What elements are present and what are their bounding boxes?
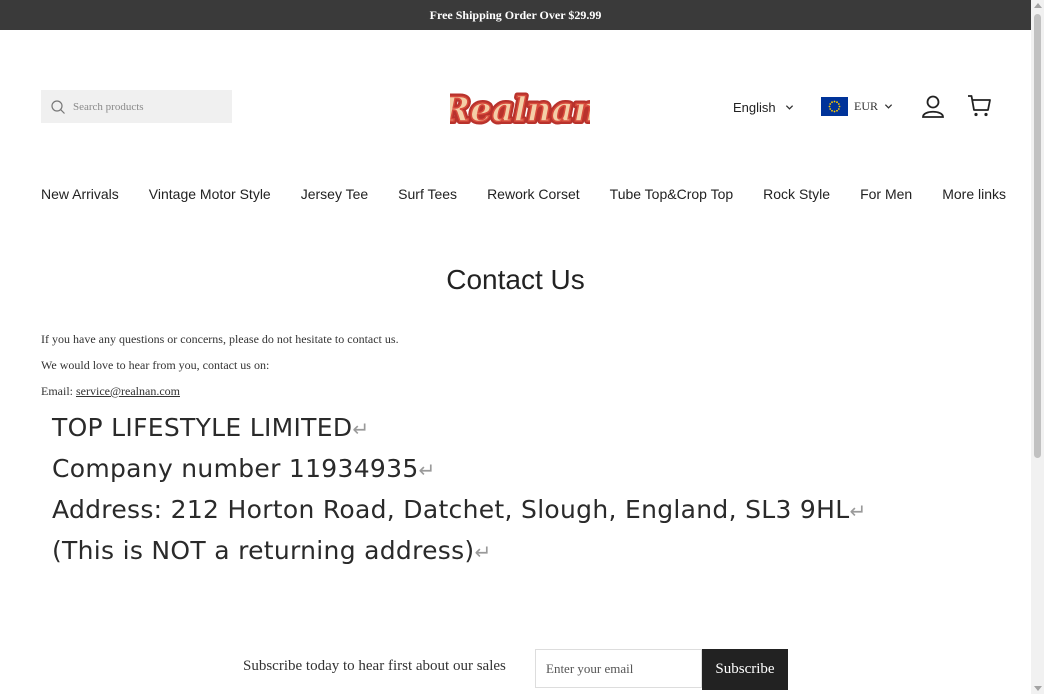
company-note-line: (This is NOT a returning address)↵ <box>52 536 492 565</box>
newsletter-text: Subscribe today to hear first about our … <box>243 658 506 674</box>
scroll-down-arrow[interactable] <box>1034 686 1042 691</box>
nav-item-for-men[interactable]: For Men <box>860 186 912 206</box>
company-line-text: Company number 11934935 <box>52 454 419 483</box>
announcement-text: Free Shipping Order Over $29.99 <box>429 7 602 22</box>
return-glyph: ↵ <box>474 540 492 564</box>
scrollbar-thumb[interactable] <box>1034 14 1041 458</box>
currency-label: EUR <box>854 99 878 113</box>
language-label: English <box>733 99 776 115</box>
nav-item-surf-tees[interactable]: Surf Tees <box>398 186 457 206</box>
search-icon <box>51 99 65 114</box>
account-icon[interactable] <box>921 94 945 118</box>
company-name-line: TOP LIFESTYLE LIMITED↵ <box>52 413 369 442</box>
chevron-down-icon <box>785 104 793 110</box>
eu-flag-icon <box>821 97 848 116</box>
return-glyph: ↵ <box>849 499 867 523</box>
currency-selector[interactable]: EUR <box>821 97 893 116</box>
nav-item-vintage-motor-style[interactable]: Vintage Motor Style <box>149 186 271 206</box>
subscribe-button[interactable]: Subscribe <box>702 649 788 690</box>
scroll-up-arrow[interactable] <box>1034 3 1042 8</box>
nav-item-rock-style[interactable]: Rock Style <box>763 186 830 206</box>
chevron-down-icon <box>884 104 893 109</box>
company-number-line: Company number 11934935↵ <box>52 454 436 483</box>
main-navigation: New Arrivals Vintage Motor Style Jersey … <box>41 186 1006 206</box>
contact-paragraph: We would love to hear from you, contact … <box>41 358 270 372</box>
newsletter-email-input[interactable] <box>535 649 702 688</box>
company-line-text: Address: 212 Horton Road, Datchet, Sloug… <box>52 495 850 524</box>
realnan-logo[interactable]: Realnan Realnan <box>450 84 590 134</box>
page-title: Contact Us <box>446 264 585 295</box>
language-selector[interactable]: English <box>733 98 794 116</box>
nav-item-rework-corset[interactable]: Rework Corset <box>487 186 580 206</box>
email-line: Email: service@realnan.com <box>41 384 180 399</box>
intro-paragraph: If you have any questions or concerns, p… <box>41 332 399 346</box>
nav-item-jersey-tee[interactable]: Jersey Tee <box>301 186 368 206</box>
nav-item-tube-top-crop-top[interactable]: Tube Top&Crop Top <box>610 186 734 206</box>
page-scrollbar[interactable] <box>1031 0 1044 694</box>
search-box[interactable] <box>41 90 232 123</box>
nav-item-new-arrivals[interactable]: New Arrivals <box>41 186 119 206</box>
email-link[interactable]: service@realnan.com <box>76 384 180 398</box>
return-glyph: ↵ <box>352 417 370 441</box>
company-address-line: Address: 212 Horton Road, Datchet, Sloug… <box>52 495 867 524</box>
company-line-text: (This is NOT a returning address) <box>52 536 475 565</box>
email-label: Email: <box>41 384 76 398</box>
company-line-text: TOP LIFESTYLE LIMITED <box>52 413 353 442</box>
search-input[interactable] <box>71 99 225 114</box>
logo-text-fill: Realnan <box>450 90 590 130</box>
announcement-bar: Free Shipping Order Over $29.99 <box>0 0 1031 30</box>
return-glyph: ↵ <box>418 458 436 482</box>
cart-icon[interactable] <box>967 94 992 118</box>
nav-item-more-links[interactable]: More links <box>942 186 1006 206</box>
